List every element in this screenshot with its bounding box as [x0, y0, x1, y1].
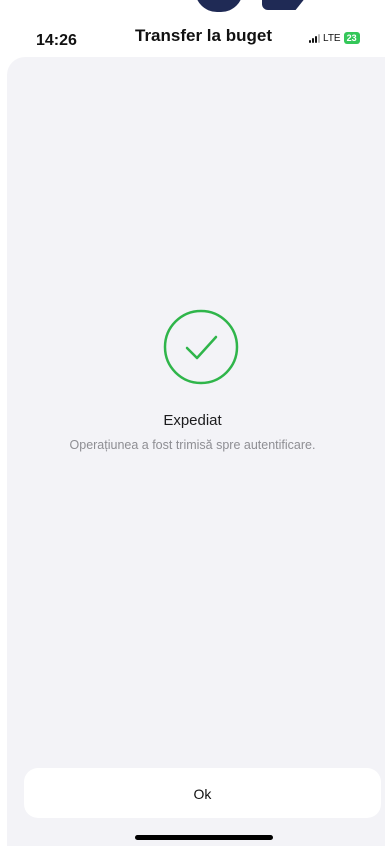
header: 14:26 Transfer la buget LTE 23 — [0, 18, 385, 58]
result-title: Expediat — [163, 412, 222, 429]
network-type: LTE — [323, 32, 341, 44]
signal-icon — [309, 33, 320, 43]
check-circle-icon — [163, 309, 239, 385]
screen: 14:26 Transfer la buget LTE 23 Expediat … — [0, 0, 385, 846]
home-indicator[interactable] — [135, 835, 273, 840]
logo-shape-left — [195, 0, 243, 12]
ok-button[interactable]: Ok — [24, 768, 381, 818]
status-indicators: LTE 23 — [309, 32, 360, 44]
top-logo-strip — [0, 0, 385, 14]
result-subtitle: Operațiunea a fost trimisă spre autentif… — [69, 438, 316, 452]
logo-shape-right — [262, 0, 310, 10]
battery-icon: 23 — [343, 32, 360, 44]
